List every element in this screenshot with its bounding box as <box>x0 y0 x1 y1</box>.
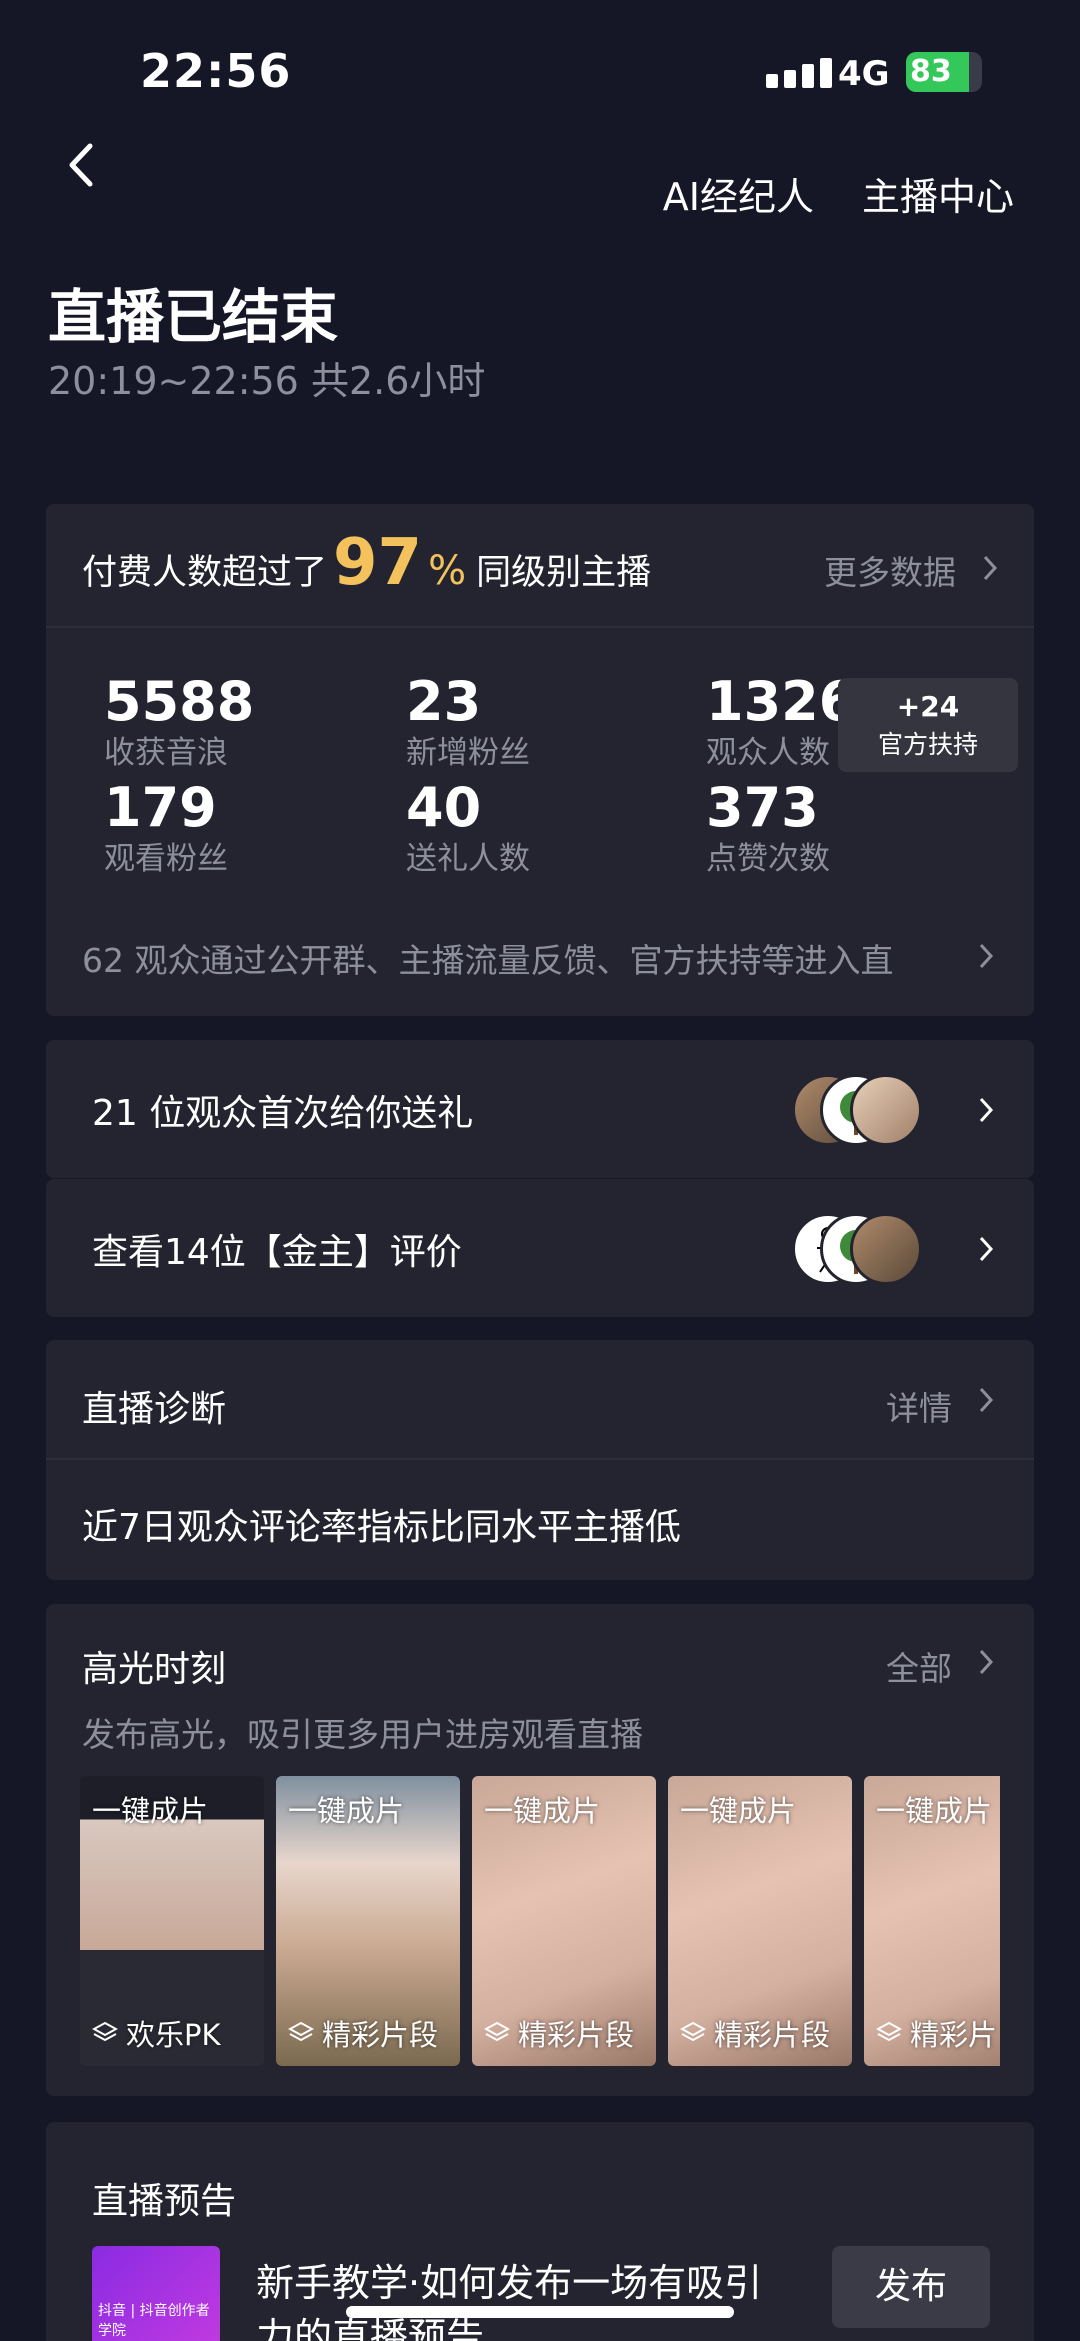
stat-likes: 373 点赞次数 <box>706 778 830 880</box>
chevron-right-icon[interactable] <box>978 942 994 970</box>
layers-icon <box>876 2021 902 2042</box>
avatar <box>850 1074 922 1146</box>
highlight-caption-text: 欢乐PK <box>126 2018 221 2052</box>
highlight-caption: 欢乐PK <box>92 2012 221 2054</box>
anchor-center-link[interactable]: 主播中心 <box>862 166 1014 221</box>
diagnosis-title: 直播诊断 <box>82 1389 227 1430</box>
traffic-source-note[interactable]: 62 观众通过公开群、主播流量反馈、官方扶持等进入直 <box>82 934 893 982</box>
status-time: 22:56 <box>140 44 292 98</box>
highlight-caption-text: 精彩片段 <box>714 2018 831 2052</box>
battery-level: 83 <box>910 54 952 89</box>
avatar <box>850 1213 922 1285</box>
more-data-link[interactable]: 更多数据 <box>824 546 956 594</box>
page-title: 直播已结束 <box>48 283 339 351</box>
battery-icon: 83 <box>906 52 982 92</box>
top-nav: AI经纪人 主播中心 <box>663 166 1014 221</box>
highlight-caption: 精彩片段 <box>680 2012 830 2054</box>
highlight-caption: 精彩片段 <box>288 2012 438 2054</box>
highlight-tag: 一键成片 <box>680 1794 797 1828</box>
stat-label: 观众人数 <box>706 735 830 771</box>
highlight-tag: 一键成片 <box>288 1794 405 1828</box>
highlight-tag: 一键成片 <box>876 1794 993 1828</box>
stat-value: 5588 <box>104 670 255 733</box>
chevron-right-icon[interactable] <box>978 1386 994 1414</box>
stat-viewers: 1326 观众人数 <box>706 672 856 774</box>
stat-label: 收获音浪 <box>104 735 228 771</box>
highlight-caption-text: 精彩片 <box>910 2018 998 2052</box>
diagnosis-message: 近7日观众评论率指标比同水平主播低 <box>82 1507 681 1548</box>
highlight-item[interactable]: 一键成片 精彩片段 <box>668 1776 852 2066</box>
back-icon[interactable] <box>62 140 102 190</box>
status-bar: 22:56 4G 83 <box>0 0 1080 140</box>
rank-suffix: 同级别主播 <box>476 553 652 593</box>
layers-icon <box>288 2021 314 2042</box>
sponsor-review-row[interactable]: 查看14位【金主】评价 <box>46 1179 1034 1317</box>
network-label: 4G <box>838 54 890 94</box>
stat-gifters: 40 送礼人数 <box>406 778 530 880</box>
stat-label: 观看粉丝 <box>104 841 228 877</box>
diagnosis-detail-link[interactable]: 详情 <box>886 1382 952 1430</box>
percent-sign: % <box>428 548 467 594</box>
badge-value: +24 <box>896 690 960 723</box>
live-duration: 20:19~22:56 共2.6小时 <box>48 359 486 403</box>
preview-title: 直播预告 <box>92 2181 237 2222</box>
preview-tutorial-text[interactable]: 新手教学·如何发布一场有吸引力的直播预告 <box>256 2256 796 2341</box>
publish-button[interactable]: 发布 <box>832 2246 990 2328</box>
summary-card: 付费人数超过了 97 % 同级别主播 更多数据 5588 收获音浪 23 新增粉… <box>46 504 1034 1016</box>
stat-value: 23 <box>406 670 482 733</box>
live-summary-page: 22:56 4G 83 AI经纪人 主播中心 直播已结束 20:19~22:56… <box>0 0 1080 2341</box>
stat-new-fans: 23 新增粉丝 <box>406 672 530 774</box>
highlight-tag: 一键成片 <box>92 1794 209 1828</box>
badge-label: 官方扶持 <box>877 730 978 759</box>
rank-prefix: 付费人数超过了 <box>82 553 328 593</box>
highlight-caption: 精彩片段 <box>484 2012 634 2054</box>
highlight-item[interactable]: 一键成片 精彩片段 <box>276 1776 460 2066</box>
stat-value: 1326 <box>706 670 857 733</box>
highlights-title: 高光时刻 <box>82 1649 227 1690</box>
stat-value: 40 <box>406 776 482 839</box>
highlight-item[interactable]: 一键成片 欢乐PK <box>80 1776 264 2066</box>
highlights-card: 高光时刻 全部 发布高光，吸引更多用户进房观看直播 一键成片 欢乐PK 一键成片… <box>46 1604 1034 2096</box>
layers-icon <box>484 2021 510 2042</box>
chevron-right-icon[interactable] <box>978 1648 994 1676</box>
highlight-caption-text: 精彩片段 <box>518 2018 635 2052</box>
signal-icon <box>766 58 832 88</box>
rank-headline: 付费人数超过了 97 % 同级别主播 <box>82 526 651 606</box>
avatar-group <box>792 1074 922 1146</box>
diagnosis-card: 直播诊断 详情 近7日观众评论率指标比同水平主播低 <box>46 1340 1034 1580</box>
layers-icon <box>92 2021 118 2042</box>
highlight-caption: 精彩片 <box>876 2012 997 2054</box>
highlight-item[interactable]: 一键成片 精彩片 <box>864 1776 1000 2066</box>
layers-icon <box>680 2021 706 2042</box>
divider <box>46 1458 1034 1460</box>
stat-label: 送礼人数 <box>406 841 530 877</box>
highlight-thumbnails: 一键成片 欢乐PK 一键成片 精彩片段 一键成片 精彩片段 一键成片 精彩片段 … <box>80 1776 1000 2068</box>
chevron-right-icon[interactable] <box>978 1096 994 1124</box>
chevron-right-icon[interactable] <box>978 1235 994 1263</box>
preview-thumbnail[interactable]: 抖音 | 抖音创作者学院 <box>92 2246 220 2341</box>
sponsor-review-text: 查看14位【金主】评价 <box>92 1232 462 1273</box>
first-gift-text: 21 位观众首次给你送礼 <box>92 1093 474 1134</box>
stat-label: 新增粉丝 <box>406 735 530 771</box>
rank-percent: 97 <box>333 526 423 600</box>
first-gift-row[interactable]: 21 位观众首次给你送礼 <box>46 1040 1034 1178</box>
preview-thumbnail-text: 抖音 | 抖音创作者学院 <box>98 2303 210 2339</box>
highlight-caption-text: 精彩片段 <box>322 2018 439 2052</box>
stat-sound-waves: 5588 收获音浪 <box>104 672 254 774</box>
stat-value: 179 <box>104 776 217 839</box>
stat-watching-fans: 179 观看粉丝 <box>104 778 228 880</box>
stat-label: 点赞次数 <box>706 841 830 877</box>
official-support-badge: +24 官方扶持 <box>838 678 1018 772</box>
chevron-right-icon[interactable] <box>982 554 998 582</box>
home-indicator[interactable] <box>346 2306 734 2318</box>
divider <box>46 626 1034 628</box>
highlight-item[interactable]: 一键成片 精彩片段 <box>472 1776 656 2066</box>
avatar-group <box>792 1213 922 1285</box>
stat-value: 373 <box>706 776 819 839</box>
highlights-subtitle: 发布高光，吸引更多用户进房观看直播 <box>82 1715 643 1754</box>
highlight-tag: 一键成片 <box>484 1794 601 1828</box>
ai-agent-link[interactable]: AI经纪人 <box>663 166 814 221</box>
highlights-all-link[interactable]: 全部 <box>886 1642 952 1690</box>
